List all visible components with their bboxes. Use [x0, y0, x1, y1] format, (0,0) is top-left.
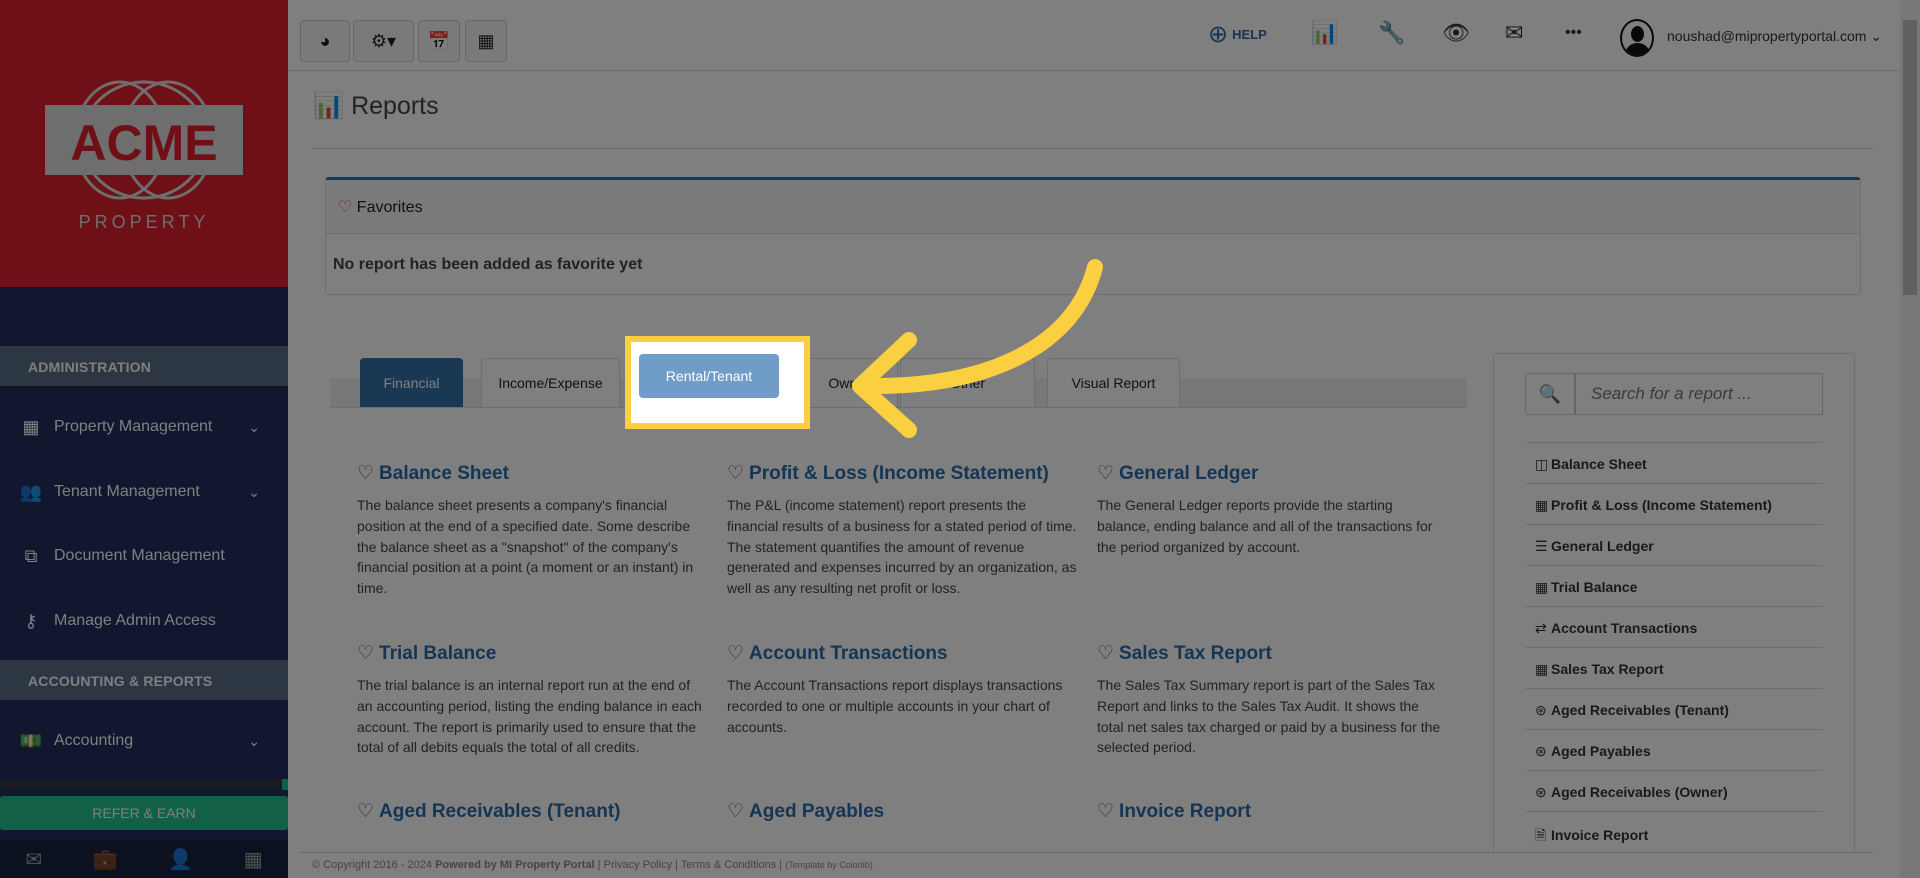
highlight-box: Rental/Tenant — [625, 336, 810, 429]
tab-rental-tenant[interactable]: Rental/Tenant — [639, 354, 779, 398]
dim-overlay — [0, 0, 1920, 878]
